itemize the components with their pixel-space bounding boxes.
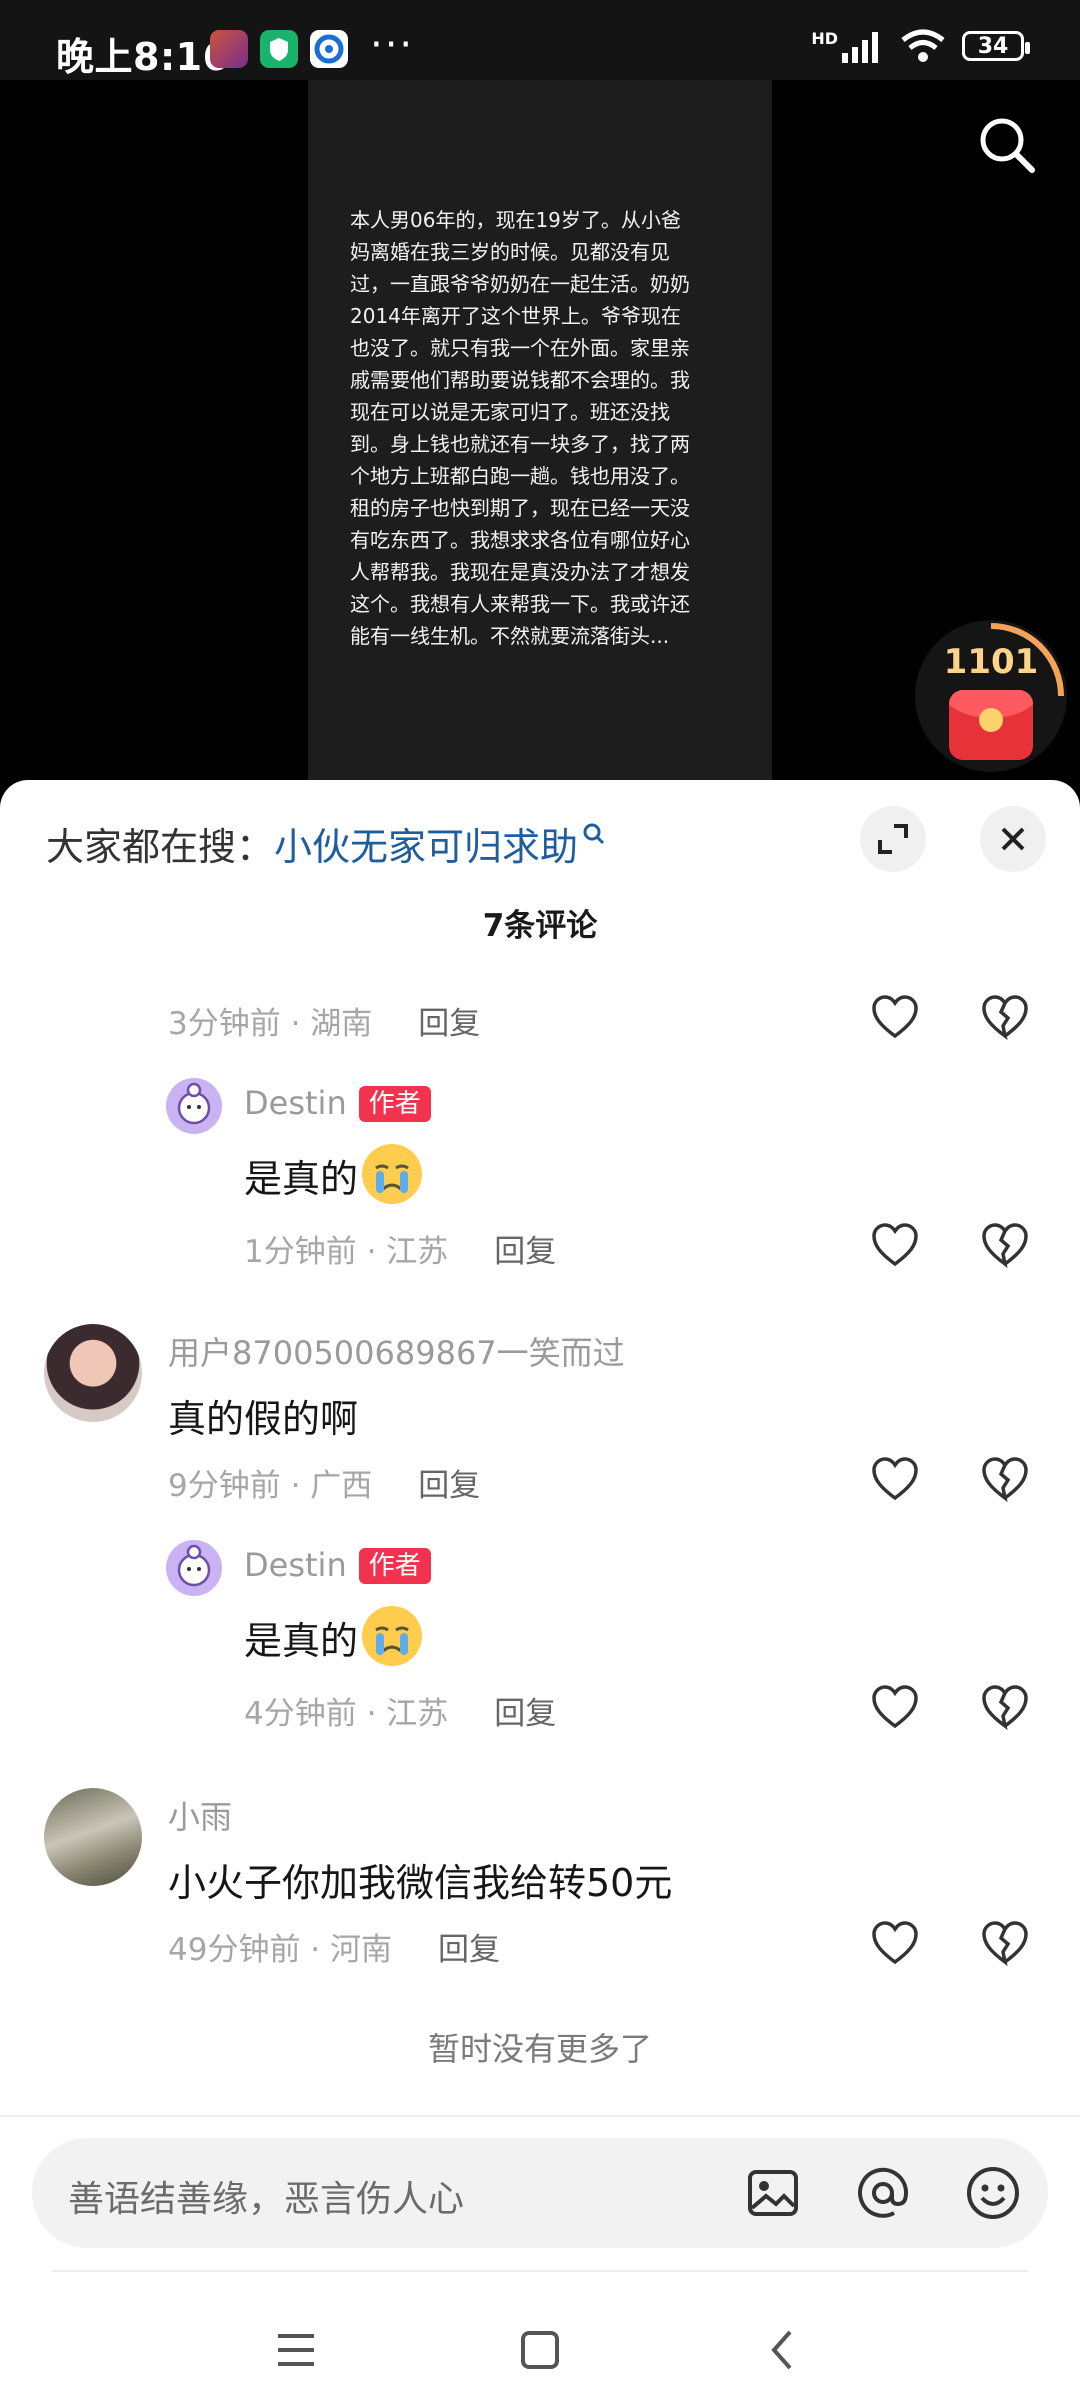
dislike-broken-heart-icon[interactable] bbox=[980, 1684, 1030, 1730]
dislike-broken-heart-icon[interactable] bbox=[980, 1222, 1030, 1268]
comment-text: 是真的 bbox=[244, 1144, 423, 1204]
username[interactable]: Destin 作者 bbox=[244, 1084, 431, 1122]
like-heart-icon[interactable] bbox=[870, 994, 920, 1040]
comment-meta: 49分钟前 · 河南 回复 bbox=[168, 1932, 501, 1968]
wifi-icon bbox=[901, 29, 945, 62]
comment-meta: 3分钟前 · 湖南 回复 bbox=[168, 1006, 481, 1042]
comment-count-title: 7条评论 bbox=[482, 908, 598, 944]
mention-icon[interactable] bbox=[854, 2164, 912, 2222]
menu-nav-icon[interactable] bbox=[266, 2320, 326, 2380]
more-notifications-icon: ··· bbox=[370, 22, 415, 68]
divider bbox=[0, 2115, 1080, 2117]
comment-text: 是真的 bbox=[244, 1606, 423, 1666]
back-nav-icon[interactable] bbox=[754, 2320, 814, 2380]
reply-button[interactable]: 回复 bbox=[438, 1932, 500, 1968]
author-badge: 作者 bbox=[358, 1086, 431, 1122]
dislike-broken-heart-icon[interactable] bbox=[980, 1920, 1030, 1966]
search-small-icon bbox=[583, 823, 605, 845]
browser-app-icon bbox=[310, 30, 348, 68]
comment-input[interactable]: 善语结善缘，恶言伤人心 bbox=[32, 2138, 1048, 2248]
red-envelope-icon bbox=[949, 690, 1033, 760]
status-time: 晚上8:16 bbox=[56, 35, 230, 79]
like-heart-icon[interactable] bbox=[870, 1456, 920, 1502]
status-bar: 晚上8:16 ··· HD 34 bbox=[0, 0, 1080, 80]
video-caption-text: 本人男06年的，现在19岁了。从小爸 妈离婚在我三岁的时候。见都没有见 过，一直… bbox=[350, 208, 690, 648]
avatar[interactable] bbox=[44, 1324, 142, 1422]
divider bbox=[52, 2270, 1028, 2272]
video-frame: 本人男06年的，现在19岁了。从小爸 妈离婚在我三岁的时候。见都没有见 过，一直… bbox=[308, 80, 772, 800]
username[interactable]: 用户8700500689867一笑而过 bbox=[168, 1328, 625, 1374]
like-heart-icon[interactable] bbox=[870, 1920, 920, 1966]
crying-emoji-icon bbox=[362, 1144, 423, 1204]
battery-indicator: 34 bbox=[962, 31, 1030, 61]
expand-button[interactable] bbox=[860, 806, 926, 872]
close-icon bbox=[1001, 827, 1025, 851]
comments-sheet: 大家都在搜：小伙无家可归求助 7条评论 3分钟前 · 湖南 回复 Destin 作者… bbox=[0, 780, 1080, 2400]
avatar[interactable] bbox=[166, 1078, 222, 1134]
game-app-icon bbox=[210, 30, 248, 68]
hot-search-bar[interactable]: 大家都在搜：小伙无家可归求助 bbox=[46, 816, 606, 871]
signal-icon bbox=[842, 32, 878, 63]
like-heart-icon[interactable] bbox=[870, 1222, 920, 1268]
avatar[interactable] bbox=[166, 1540, 222, 1596]
dislike-broken-heart-icon[interactable] bbox=[980, 1456, 1030, 1502]
hot-search-term[interactable]: 小伙无家可归求助 bbox=[274, 825, 578, 869]
dislike-broken-heart-icon[interactable] bbox=[980, 994, 1030, 1040]
emoji-icon[interactable] bbox=[964, 2164, 1022, 2222]
reply-button[interactable]: 回复 bbox=[494, 1234, 556, 1270]
username[interactable]: 小雨 bbox=[168, 1792, 232, 1838]
red-packet-reward-button[interactable]: 1101 bbox=[915, 620, 1067, 772]
crying-emoji-icon bbox=[362, 1606, 423, 1666]
hot-search-prefix: 大家都在搜： bbox=[46, 825, 275, 869]
avatar[interactable] bbox=[44, 1788, 142, 1886]
expand-icon bbox=[878, 824, 908, 854]
comment-meta: 1分钟前 · 江苏 回复 bbox=[244, 1234, 557, 1270]
comment-input-placeholder: 善语结善缘，恶言伤人心 bbox=[68, 2179, 465, 2220]
comment-text: 真的假的啊 bbox=[168, 1397, 359, 1441]
home-nav-icon[interactable] bbox=[510, 2320, 570, 2380]
like-heart-icon[interactable] bbox=[870, 1684, 920, 1730]
username[interactable]: Destin 作者 bbox=[244, 1546, 431, 1584]
reply-button[interactable]: 回复 bbox=[418, 1468, 480, 1504]
reply-button[interactable]: 回复 bbox=[418, 1006, 480, 1042]
author-badge: 作者 bbox=[358, 1548, 431, 1584]
comment-meta: 9分钟前 · 广西 回复 bbox=[168, 1468, 481, 1504]
close-button[interactable] bbox=[980, 806, 1046, 872]
comment-meta: 4分钟前 · 江苏 回复 bbox=[244, 1696, 557, 1732]
shield-app-icon bbox=[260, 30, 298, 68]
comment-text: 小火子你加我微信我给转50元 bbox=[168, 1861, 673, 1905]
search-icon[interactable] bbox=[976, 114, 1038, 176]
no-more-comments-text: 暂时没有更多了 bbox=[427, 2030, 652, 2068]
reward-count: 1101 bbox=[943, 642, 1039, 682]
reply-button[interactable]: 回复 bbox=[494, 1696, 556, 1732]
image-icon[interactable] bbox=[744, 2164, 802, 2222]
hd-label: HD bbox=[811, 28, 838, 48]
